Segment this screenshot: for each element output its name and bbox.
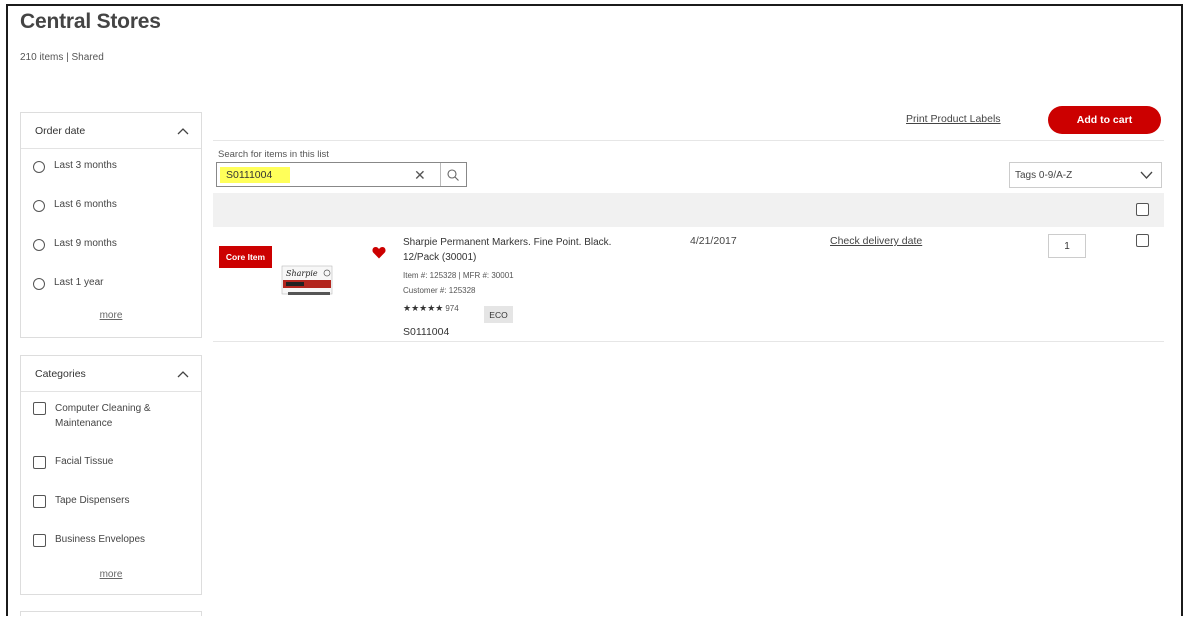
search-icon[interactable]: [446, 168, 460, 182]
check-delivery-date-link[interactable]: Check delivery date: [830, 235, 922, 247]
product-rating: ★★★★★ 974: [403, 303, 459, 314]
select-all-checkbox[interactable]: [1136, 203, 1149, 216]
checkbox[interactable]: [33, 495, 46, 508]
chevron-down-icon[interactable]: [1140, 171, 1153, 179]
categories-header[interactable]: Categories: [21, 356, 201, 392]
radio-button[interactable]: [33, 239, 45, 251]
filter-option-last-3-months[interactable]: Last 3 months: [21, 160, 201, 199]
categories-filter: Categories Computer Cleaning & Maintenan…: [20, 355, 202, 595]
row-checkbox[interactable]: [1136, 234, 1149, 247]
search-divider: [440, 163, 441, 186]
sort-select[interactable]: Tags 0-9/A-Z: [1009, 162, 1162, 188]
clear-icon[interactable]: ✕: [414, 168, 426, 182]
eco-badge: ECO: [484, 306, 513, 323]
checkbox[interactable]: [33, 402, 46, 415]
row-divider: [213, 341, 1164, 342]
svg-text:Sharpie: Sharpie: [286, 269, 318, 278]
product-item-numbers: Item #: 125328 | MFR #: 30001: [403, 271, 514, 280]
category-option-business-envelopes[interactable]: Business Envelopes: [21, 534, 201, 573]
rating-count: 974: [445, 304, 459, 313]
radio-button[interactable]: [33, 161, 45, 173]
product-image[interactable]: Sharpie: [278, 263, 338, 299]
sort-select-value: Tags 0-9/A-Z: [1015, 169, 1073, 181]
core-item-badge: Core Item: [219, 246, 272, 268]
chevron-up-icon[interactable]: [177, 127, 189, 135]
product-name[interactable]: Sharpie Permanent Markers. Fine Point. B…: [403, 235, 643, 265]
checkbox[interactable]: [33, 456, 46, 469]
order-date-header[interactable]: Order date: [21, 113, 201, 149]
add-to-cart-button[interactable]: Add to cart: [1048, 106, 1161, 134]
print-product-labels-link[interactable]: Print Product Labels: [906, 113, 1001, 125]
categories-title: Categories: [35, 367, 86, 380]
heart-icon[interactable]: [372, 246, 386, 259]
page-title: Central Stores: [20, 10, 161, 33]
list-header: [213, 193, 1164, 227]
category-option-computer-cleaning[interactable]: Computer Cleaning & Maintenance: [21, 402, 201, 456]
order-date-filter: Order date Last 3 months Last 6 months L…: [20, 112, 202, 338]
list-summary: 210 items | Shared: [20, 52, 104, 63]
checkbox[interactable]: [33, 534, 46, 547]
order-date-more-link[interactable]: more: [21, 310, 201, 321]
product-customer-number: Customer #: 125328: [403, 286, 476, 295]
search-input-value[interactable]: S0111004: [220, 166, 291, 183]
search-label: Search for items in this list: [218, 149, 329, 160]
category-option-facial-tissue[interactable]: Facial Tissue: [21, 456, 201, 495]
chevron-up-icon[interactable]: [177, 370, 189, 378]
divider: [213, 140, 1164, 141]
radio-button[interactable]: [33, 278, 45, 290]
product-sku: S0111004: [403, 326, 450, 338]
page-frame: Central Stores 210 items | Shared Order …: [6, 4, 1183, 616]
filter-option-last-9-months[interactable]: Last 9 months: [21, 238, 201, 277]
order-date-title: Order date: [35, 124, 86, 137]
categories-more-link[interactable]: more: [21, 569, 201, 580]
filter-panel-partial: [20, 611, 202, 616]
radio-button[interactable]: [33, 200, 45, 212]
filter-option-last-6-months[interactable]: Last 6 months: [21, 199, 201, 238]
category-option-tape-dispensers[interactable]: Tape Dispensers: [21, 495, 201, 534]
star-rating-icon: ★★★★★: [403, 303, 444, 313]
order-date: 4/21/2017: [690, 235, 737, 247]
quantity-input[interactable]: 1: [1048, 234, 1086, 258]
search-input[interactable]: S0111004 ✕: [216, 162, 467, 187]
